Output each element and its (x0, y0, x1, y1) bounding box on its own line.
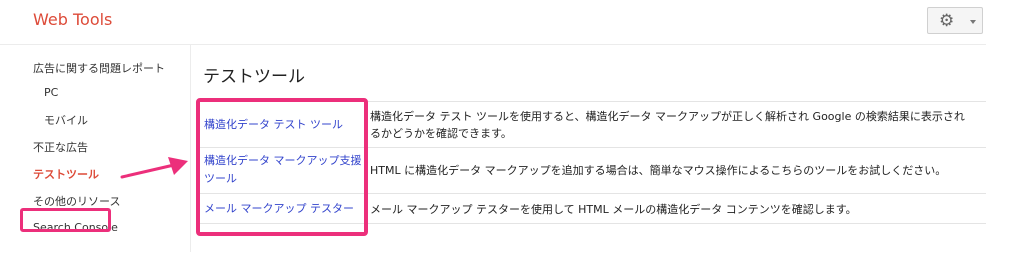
sidebar-item-unfair-ads[interactable]: 不正な広告 (33, 139, 88, 155)
caret-down-icon (970, 20, 976, 24)
app-title: Web Tools (33, 10, 113, 29)
settings-button[interactable]: ⚙ (927, 7, 983, 34)
tool-description: メール マークアップ テスターを使用して HTML メールの構造化データ コンテ… (370, 203, 857, 216)
sidebar-item-pc[interactable]: PC (44, 86, 58, 99)
sidebar-item-other-resources[interactable]: その他のリソース (33, 193, 120, 209)
annotation-highlight-box (20, 208, 111, 232)
annotation-highlight-box (196, 98, 368, 236)
sidebar-item-ad-issue-report[interactable]: 広告に関する問題レポート (33, 60, 165, 76)
gear-icon: ⚙ (939, 11, 955, 31)
sidebar-divider (190, 45, 191, 252)
tool-description: HTML に構造化データ マークアップを追加する場合は、簡単なマウス操作によるこ… (370, 164, 947, 177)
sidebar-item-test-tools[interactable]: テストツール (33, 166, 99, 182)
header-divider (0, 44, 986, 45)
sidebar-item-mobile[interactable]: モバイル (44, 112, 88, 128)
page-title: テストツール (203, 67, 305, 87)
tool-description: 構造化データ テスト ツールを使用すると、構造化データ マークアップが正しく解析… (370, 110, 965, 140)
annotation-arrow-icon (120, 157, 188, 179)
